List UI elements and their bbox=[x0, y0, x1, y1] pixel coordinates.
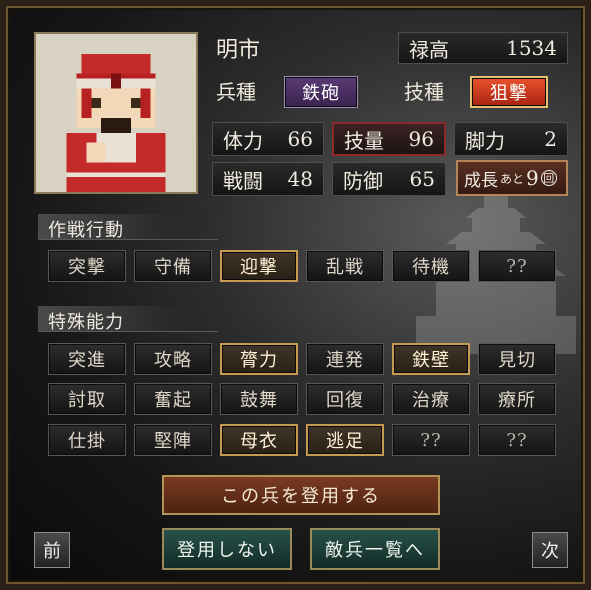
tactic-charge[interactable]: 突撃 bbox=[48, 250, 126, 282]
stat-value: 2 bbox=[544, 127, 557, 151]
ability-rapid-fire[interactable]: 連発 bbox=[306, 343, 384, 375]
ability-foresight[interactable]: 見切 bbox=[478, 343, 556, 375]
ability-clinic[interactable]: 療所 bbox=[478, 383, 556, 415]
next-button[interactable]: 次 bbox=[532, 532, 568, 568]
ability-formation[interactable]: 堅陣 bbox=[134, 424, 212, 456]
stat-defense: 防御 65 bbox=[332, 162, 446, 196]
growth-label: 成長 bbox=[464, 170, 498, 191]
ability-rush[interactable]: 突進 bbox=[48, 343, 126, 375]
tactic-standby[interactable]: 待機 bbox=[392, 250, 470, 282]
stat-label: 脚力 bbox=[465, 128, 505, 153]
prev-button[interactable]: 前 bbox=[34, 532, 70, 568]
skill-type-label: 技種 bbox=[404, 80, 444, 104]
growth-unit: 回 bbox=[540, 170, 557, 186]
abilities-header: 特殊能力 bbox=[38, 306, 218, 333]
unit-name: 明市 bbox=[216, 38, 261, 63]
ability-unknown-1[interactable]: ?? bbox=[392, 424, 470, 456]
stat-value: 96 bbox=[408, 127, 434, 151]
decline-button[interactable]: 登用しない bbox=[162, 528, 292, 570]
tactic-melee[interactable]: 乱戦 bbox=[306, 250, 384, 282]
stat-label: 体力 bbox=[223, 128, 263, 153]
ability-siege[interactable]: 攻略 bbox=[134, 343, 212, 375]
troop-type-badge: 鉄砲 bbox=[284, 76, 358, 108]
ability-iron-wall[interactable]: 鉄壁 bbox=[392, 343, 470, 375]
enemy-list-button[interactable]: 敵兵一覧へ bbox=[310, 528, 440, 570]
ability-rally[interactable]: 奮起 bbox=[134, 383, 212, 415]
stat-label: 技量 bbox=[344, 128, 384, 153]
stat-stamina: 体力 66 bbox=[212, 122, 324, 156]
stat-legs: 脚力 2 bbox=[454, 122, 568, 156]
recruit-button[interactable]: この兵を登用する bbox=[162, 475, 440, 515]
ability-horo[interactable]: 母衣 bbox=[220, 424, 298, 456]
stat-value: 48 bbox=[287, 167, 313, 191]
tactics-header: 作戦行動 bbox=[38, 214, 218, 241]
stat-combat: 戦闘 48 bbox=[212, 162, 324, 196]
ability-recover[interactable]: 回復 bbox=[306, 383, 384, 415]
tactic-intercept[interactable]: 迎撃 bbox=[220, 250, 298, 282]
stipend-value: 1534 bbox=[506, 36, 557, 60]
growth-value: 9 bbox=[526, 166, 539, 190]
stat-label: 戦闘 bbox=[223, 168, 263, 193]
soldier-portrait-icon bbox=[37, 34, 195, 192]
troop-type-label: 兵種 bbox=[216, 80, 256, 104]
tactic-guard[interactable]: 守備 bbox=[134, 250, 212, 282]
ability-inspire[interactable]: 鼓舞 bbox=[220, 383, 298, 415]
unit-detail-panel: 明市 禄高 1534 兵種 鉄砲 技種 狙撃 体力 66 技量 96 脚力 2 … bbox=[0, 0, 591, 590]
portrait-frame bbox=[34, 32, 198, 194]
tactic-unknown[interactable]: ?? bbox=[478, 250, 556, 282]
ability-capture[interactable]: 討取 bbox=[48, 383, 126, 415]
growth-counter: 成長 あと 9 回 bbox=[456, 160, 568, 196]
stat-value: 66 bbox=[287, 127, 313, 151]
stipend-field: 禄高 1534 bbox=[398, 32, 568, 64]
stat-label: 防御 bbox=[343, 168, 383, 193]
ability-escape[interactable]: 逃足 bbox=[306, 424, 384, 456]
stat-skill: 技量 96 bbox=[332, 122, 446, 156]
ability-trap[interactable]: 仕掛 bbox=[48, 424, 126, 456]
growth-sub: あと bbox=[500, 171, 525, 186]
ability-treat[interactable]: 治療 bbox=[392, 383, 470, 415]
ability-unknown-2[interactable]: ?? bbox=[478, 424, 556, 456]
skill-type-badge: 狙撃 bbox=[470, 76, 548, 108]
stipend-label: 禄高 bbox=[409, 37, 449, 62]
stat-value: 65 bbox=[409, 167, 435, 191]
ability-strength[interactable]: 膂力 bbox=[220, 343, 298, 375]
